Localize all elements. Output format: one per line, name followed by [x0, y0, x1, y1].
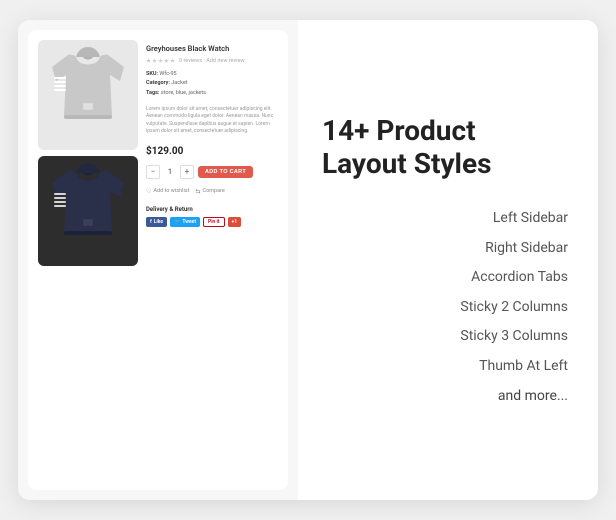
sku-line: SKU: Wfc-95	[146, 71, 278, 79]
tags-value: store, blue, jackets	[161, 90, 206, 96]
product-image-dark	[38, 156, 138, 266]
product-card: Greyhouses Black Watch 0 reviews · Add n…	[28, 30, 288, 490]
pinterest-button[interactable]: Pin it	[203, 217, 225, 227]
star-4	[164, 58, 169, 63]
star-5	[170, 58, 175, 63]
gp-label: +1	[232, 219, 238, 225]
pi-label: Pin it	[208, 219, 220, 225]
qty-increase-button[interactable]: +	[180, 165, 194, 179]
wishlist-link[interactable]: ♡ Add to wishlist	[146, 188, 189, 195]
category-label: Category:	[146, 80, 170, 86]
layout-item-right-sidebar: Right Sidebar	[485, 239, 568, 259]
star-3	[158, 58, 163, 63]
sku-label: SKU:	[146, 71, 158, 77]
product-mockup-panel: Greyhouses Black Watch 0 reviews · Add n…	[18, 20, 298, 500]
layout-item-sticky-3-columns: Sticky 3 Columns	[460, 327, 568, 347]
main-heading: 14+ ProductLayout Styles	[322, 114, 568, 181]
review-link[interactable]: 0 reviews · Add new review	[179, 58, 245, 64]
heart-icon: ♡	[146, 188, 151, 195]
product-rating: 0 reviews · Add new review	[146, 58, 278, 64]
fb-icon: f	[150, 219, 152, 225]
twitter-button[interactable]: 🐦 Tweet	[170, 217, 200, 227]
product-details: Greyhouses Black Watch 0 reviews · Add n…	[146, 40, 278, 480]
layout-item-accordion-tabs: Accordion Tabs	[471, 268, 568, 288]
right-panel: 14+ ProductLayout Styles Left Sidebar Ri…	[298, 20, 598, 500]
star-2	[152, 58, 157, 63]
add-to-cart-button[interactable]: ADD TO CART	[198, 166, 253, 178]
layout-item-and-more: and more...	[498, 387, 568, 407]
tw-label: Tweet	[182, 219, 196, 225]
facebook-button[interactable]: f Like	[146, 217, 167, 227]
main-container: Greyhouses Black Watch 0 reviews · Add n…	[18, 20, 598, 500]
product-description: Lorem ipsum dolor sit amet, consectetuer…	[146, 106, 278, 136]
product-actions: ♡ Add to wishlist ⇆ Compare	[146, 188, 278, 195]
layout-item-thumb-at-left: Thumb At Left	[479, 357, 568, 377]
category-line: Category: Jacket	[146, 80, 278, 88]
delivery-section: Delivery & Return f Like 🐦 Tweet Pin it	[146, 206, 278, 227]
tags-line: Tags: store, blue, jackets	[146, 90, 278, 98]
tags-label: Tags:	[146, 90, 159, 96]
product-image-gray	[38, 40, 138, 150]
sku-value: Wfc-95	[159, 71, 176, 77]
qty-decrease-button[interactable]: −	[146, 165, 160, 179]
layout-list: Left Sidebar Right Sidebar Accordion Tab…	[322, 209, 568, 406]
layout-item-left-sidebar: Left Sidebar	[493, 209, 568, 229]
product-images-column	[38, 40, 138, 480]
compare-icon: ⇆	[195, 188, 200, 195]
tw-icon: 🐦	[174, 219, 180, 225]
category-value: Jacket	[171, 80, 187, 86]
product-price: $129.00	[146, 146, 278, 157]
delivery-title: Delivery & Return	[146, 206, 278, 213]
gplus-button[interactable]: +1	[228, 217, 242, 227]
product-meta: SKU: Wfc-95 Category: Jacket Tags: store…	[146, 71, 278, 98]
layout-item-sticky-2-columns: Sticky 2 Columns	[460, 298, 568, 318]
quantity-row: − 1 + ADD TO CART	[146, 165, 278, 179]
compare-link[interactable]: ⇆ Compare	[195, 188, 224, 195]
wishlist-label: Add to wishlist	[153, 188, 189, 194]
star-1	[146, 58, 151, 63]
compare-label: Compare	[202, 188, 224, 194]
social-buttons: f Like 🐦 Tweet Pin it +1	[146, 217, 278, 227]
product-title: Greyhouses Black Watch	[146, 44, 278, 54]
fb-label: Like	[154, 219, 163, 225]
qty-value: 1	[164, 168, 176, 176]
